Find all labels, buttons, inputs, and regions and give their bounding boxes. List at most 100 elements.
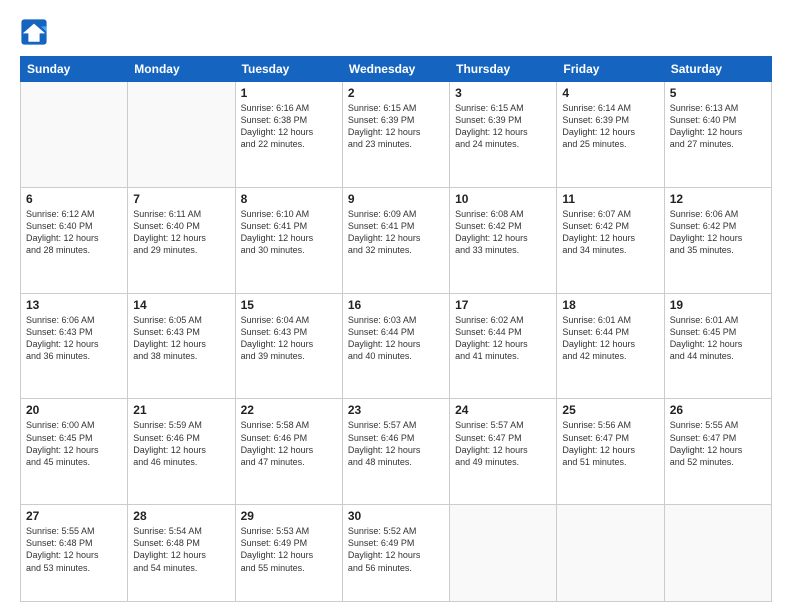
day-number: 19 <box>670 298 766 312</box>
day-number: 17 <box>455 298 551 312</box>
day-info: Sunrise: 6:06 AM Sunset: 6:42 PM Dayligh… <box>670 208 766 257</box>
day-number: 11 <box>562 192 658 206</box>
day-number: 30 <box>348 509 444 523</box>
day-info: Sunrise: 5:53 AM Sunset: 6:49 PM Dayligh… <box>241 525 337 574</box>
calendar-week-row: 13 Sunrise: 6:06 AM Sunset: 6:43 PM Dayli… <box>21 293 772 399</box>
logo <box>20 18 50 46</box>
day-info: Sunrise: 5:55 AM Sunset: 6:48 PM Dayligh… <box>26 525 122 574</box>
calendar-cell: 16 Sunrise: 6:03 AM Sunset: 6:44 PM Dayli… <box>342 293 449 399</box>
day-info: Sunrise: 6:01 AM Sunset: 6:44 PM Dayligh… <box>562 314 658 363</box>
weekday-header: Monday <box>128 57 235 82</box>
calendar-cell: 29Sunrise: 5:53 AM Sunset: 6:49 PM Dayli… <box>235 505 342 602</box>
calendar-cell: 28 Sunrise: 5:54 AM Sunset: 6:48 PM Dayli… <box>128 505 235 602</box>
calendar-cell: 15 Sunrise: 6:04 AM Sunset: 6:43 PM Dayli… <box>235 293 342 399</box>
day-number: 15 <box>241 298 337 312</box>
day-info: Sunrise: 6:12 AM Sunset: 6:40 PM Dayligh… <box>26 208 122 257</box>
day-number: 6 <box>26 192 122 206</box>
day-info: Sunrise: 6:16 AM Sunset: 6:38 PM Dayligh… <box>241 102 337 151</box>
day-info: Sunrise: 6:14 AM Sunset: 6:39 PM Dayligh… <box>562 102 658 151</box>
day-number: 20 <box>26 403 122 417</box>
day-info: Sunrise: 6:13 AM Sunset: 6:40 PM Dayligh… <box>670 102 766 151</box>
day-number: 8 <box>241 192 337 206</box>
day-info: Sunrise: 6:04 AM Sunset: 6:43 PM Dayligh… <box>241 314 337 363</box>
day-number: 25 <box>562 403 658 417</box>
weekday-header: Tuesday <box>235 57 342 82</box>
day-info: Sunrise: 6:07 AM Sunset: 6:42 PM Dayligh… <box>562 208 658 257</box>
day-number: 9 <box>348 192 444 206</box>
calendar-header-row: SundayMondayTuesdayWednesdayThursdayFrid… <box>21 57 772 82</box>
day-info: Sunrise: 6:06 AM Sunset: 6:43 PM Dayligh… <box>26 314 122 363</box>
day-info: Sunrise: 5:55 AM Sunset: 6:47 PM Dayligh… <box>670 419 766 468</box>
day-number: 14 <box>133 298 229 312</box>
calendar-cell: 25 Sunrise: 5:56 AM Sunset: 6:47 PM Dayli… <box>557 399 664 505</box>
day-number: 18 <box>562 298 658 312</box>
calendar-cell: 26 Sunrise: 5:55 AM Sunset: 6:47 PM Dayli… <box>664 399 771 505</box>
day-number: 10 <box>455 192 551 206</box>
weekday-header: Friday <box>557 57 664 82</box>
day-info: Sunrise: 6:15 AM Sunset: 6:39 PM Dayligh… <box>455 102 551 151</box>
day-info: Sunrise: 6:05 AM Sunset: 6:43 PM Dayligh… <box>133 314 229 363</box>
calendar-cell: 27 Sunrise: 5:55 AM Sunset: 6:48 PM Dayli… <box>21 505 128 602</box>
calendar-week-row: 27 Sunrise: 5:55 AM Sunset: 6:48 PM Dayli… <box>21 505 772 602</box>
day-info: Sunrise: 5:54 AM Sunset: 6:48 PM Dayligh… <box>133 525 229 574</box>
weekday-header: Thursday <box>450 57 557 82</box>
day-number: 2 <box>348 86 444 100</box>
day-info: Sunrise: 6:02 AM Sunset: 6:44 PM Dayligh… <box>455 314 551 363</box>
day-number: 5 <box>670 86 766 100</box>
day-info: Sunrise: 5:59 AM Sunset: 6:46 PM Dayligh… <box>133 419 229 468</box>
weekday-header: Wednesday <box>342 57 449 82</box>
day-info: Sunrise: 5:58 AM Sunset: 6:46 PM Dayligh… <box>241 419 337 468</box>
day-number: 22 <box>241 403 337 417</box>
calendar-cell: 12 Sunrise: 6:06 AM Sunset: 6:42 PM Dayli… <box>664 187 771 293</box>
day-number: 7 <box>133 192 229 206</box>
calendar-cell: 30Sunrise: 5:52 AM Sunset: 6:49 PM Dayli… <box>342 505 449 602</box>
calendar-cell: 14 Sunrise: 6:05 AM Sunset: 6:43 PM Dayli… <box>128 293 235 399</box>
calendar-cell: 2 Sunrise: 6:15 AM Sunset: 6:39 PM Daylig… <box>342 82 449 188</box>
day-number: 27 <box>26 509 122 523</box>
day-info: Sunrise: 5:56 AM Sunset: 6:47 PM Dayligh… <box>562 419 658 468</box>
day-number: 28 <box>133 509 229 523</box>
day-info: Sunrise: 6:10 AM Sunset: 6:41 PM Dayligh… <box>241 208 337 257</box>
day-info: Sunrise: 6:01 AM Sunset: 6:45 PM Dayligh… <box>670 314 766 363</box>
day-info: Sunrise: 6:03 AM Sunset: 6:44 PM Dayligh… <box>348 314 444 363</box>
day-info: Sunrise: 6:09 AM Sunset: 6:41 PM Dayligh… <box>348 208 444 257</box>
day-number: 16 <box>348 298 444 312</box>
calendar-table: SundayMondayTuesdayWednesdayThursdayFrid… <box>20 56 772 602</box>
calendar-cell: 5 Sunrise: 6:13 AM Sunset: 6:40 PM Daylig… <box>664 82 771 188</box>
day-info: Sunrise: 6:00 AM Sunset: 6:45 PM Dayligh… <box>26 419 122 468</box>
calendar-cell: 11 Sunrise: 6:07 AM Sunset: 6:42 PM Dayli… <box>557 187 664 293</box>
day-info: Sunrise: 6:15 AM Sunset: 6:39 PM Dayligh… <box>348 102 444 151</box>
page: SundayMondayTuesdayWednesdayThursdayFrid… <box>0 0 792 612</box>
calendar-week-row: 6 Sunrise: 6:12 AM Sunset: 6:40 PM Daylig… <box>21 187 772 293</box>
calendar-cell: 20 Sunrise: 6:00 AM Sunset: 6:45 PM Dayli… <box>21 399 128 505</box>
day-number: 12 <box>670 192 766 206</box>
calendar-week-row: 1 Sunrise: 6:16 AM Sunset: 6:38 PM Daylig… <box>21 82 772 188</box>
calendar-week-row: 20 Sunrise: 6:00 AM Sunset: 6:45 PM Dayli… <box>21 399 772 505</box>
weekday-header: Sunday <box>21 57 128 82</box>
calendar-cell: 8 Sunrise: 6:10 AM Sunset: 6:41 PM Daylig… <box>235 187 342 293</box>
day-info: Sunrise: 6:11 AM Sunset: 6:40 PM Dayligh… <box>133 208 229 257</box>
calendar-cell: 1 Sunrise: 6:16 AM Sunset: 6:38 PM Daylig… <box>235 82 342 188</box>
calendar-cell: 3Sunrise: 6:15 AM Sunset: 6:39 PM Daylig… <box>450 82 557 188</box>
calendar-cell: 7 Sunrise: 6:11 AM Sunset: 6:40 PM Daylig… <box>128 187 235 293</box>
calendar-cell: 9 Sunrise: 6:09 AM Sunset: 6:41 PM Daylig… <box>342 187 449 293</box>
calendar-cell <box>21 82 128 188</box>
day-number: 1 <box>241 86 337 100</box>
day-number: 21 <box>133 403 229 417</box>
header <box>20 18 772 46</box>
calendar-cell: 4 Sunrise: 6:14 AM Sunset: 6:39 PM Daylig… <box>557 82 664 188</box>
day-number: 4 <box>562 86 658 100</box>
weekday-header: Saturday <box>664 57 771 82</box>
calendar-cell: 6 Sunrise: 6:12 AM Sunset: 6:40 PM Daylig… <box>21 187 128 293</box>
day-info: Sunrise: 5:57 AM Sunset: 6:47 PM Dayligh… <box>455 419 551 468</box>
calendar-cell <box>664 505 771 602</box>
day-info: Sunrise: 5:57 AM Sunset: 6:46 PM Dayligh… <box>348 419 444 468</box>
day-info: Sunrise: 6:08 AM Sunset: 6:42 PM Dayligh… <box>455 208 551 257</box>
calendar-cell: 24Sunrise: 5:57 AM Sunset: 6:47 PM Dayli… <box>450 399 557 505</box>
calendar-cell: 10 Sunrise: 6:08 AM Sunset: 6:42 PM Dayli… <box>450 187 557 293</box>
calendar-cell: 19 Sunrise: 6:01 AM Sunset: 6:45 PM Dayli… <box>664 293 771 399</box>
calendar-cell: 18 Sunrise: 6:01 AM Sunset: 6:44 PM Dayli… <box>557 293 664 399</box>
day-number: 13 <box>26 298 122 312</box>
day-number: 26 <box>670 403 766 417</box>
day-number: 23 <box>348 403 444 417</box>
